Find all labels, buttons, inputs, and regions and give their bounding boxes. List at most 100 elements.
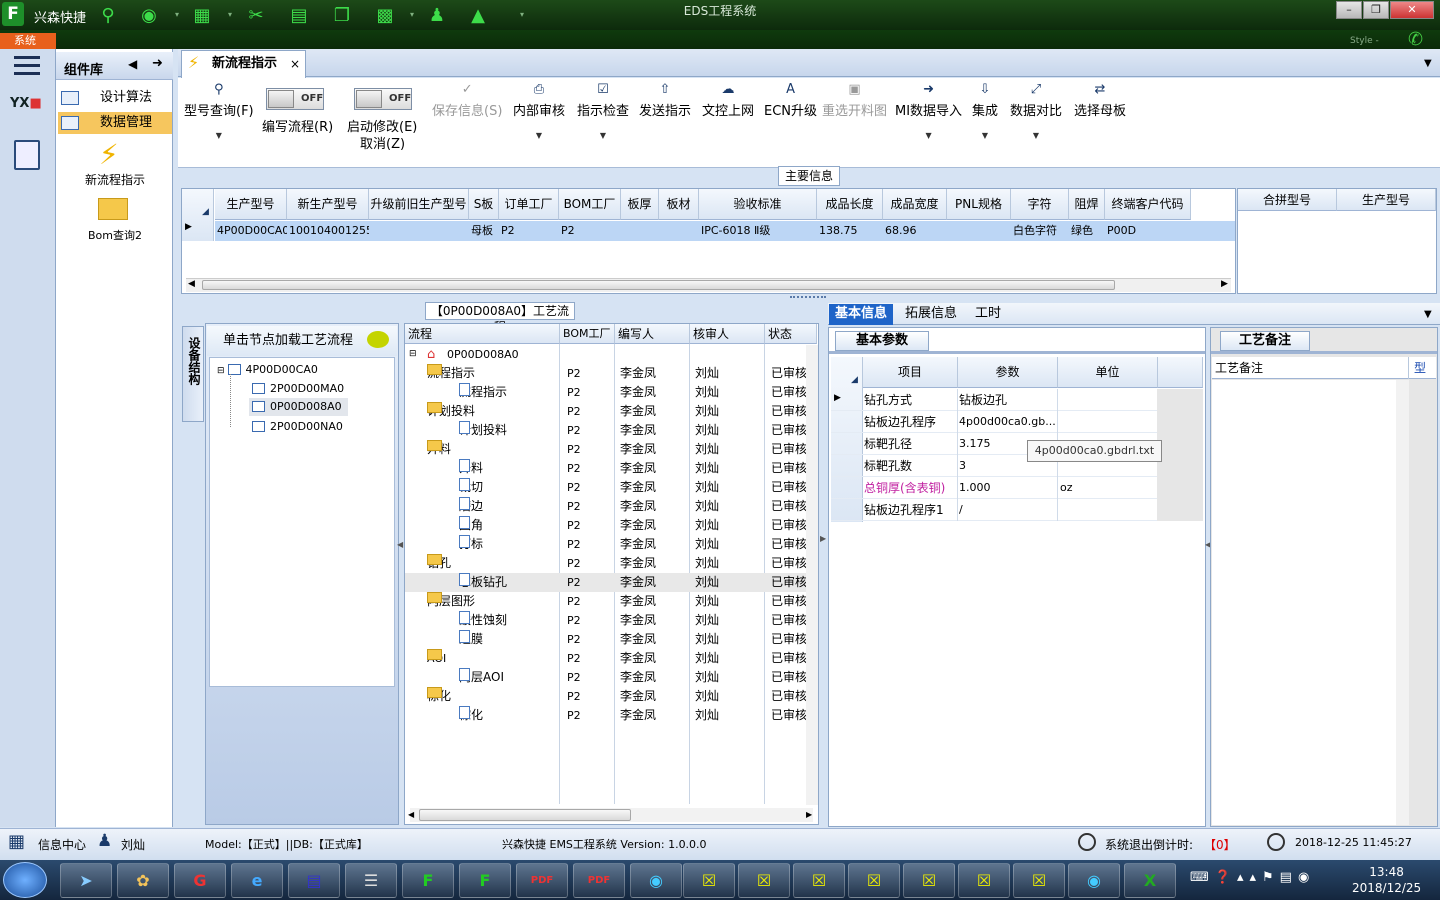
excel-window-icon[interactable]: ☒ xyxy=(793,863,845,898)
windows-grid-icon[interactable]: ▦ xyxy=(8,832,30,852)
excel-window-icon[interactable]: ☒ xyxy=(683,863,735,898)
col-header[interactable]: 参数 xyxy=(958,357,1058,388)
col-header[interactable]: 板材 xyxy=(659,189,699,220)
col-header[interactable]: 新生产型号 xyxy=(287,189,369,220)
col-header[interactable]: BOM工厂 xyxy=(560,324,615,344)
param-row[interactable]: 钻板边孔程序 4p00d00ca0.gb... xyxy=(831,411,1203,433)
taskbar-app-icon[interactable]: ☰ xyxy=(345,863,397,898)
param-row[interactable]: 总铜厚(含表铜) 1.000 oz xyxy=(831,477,1203,499)
grid-cell[interactable]: 母板 xyxy=(469,221,499,241)
pdf-icon[interactable]: PDF xyxy=(573,863,625,898)
process-row[interactable]: ⊟AOI P2 李金凤 刘灿 已审核 xyxy=(405,649,818,668)
collapse-icon[interactable]: ◀ xyxy=(128,57,137,71)
process-row[interactable]: 开料 P2 李金凤 刘灿 已审核 xyxy=(405,459,818,478)
internal-review-button[interactable]: ⎙ 内部审核 ▼ xyxy=(513,82,565,140)
process-row[interactable]: ⊟流程指示 P2 李金凤 刘灿 已审核 xyxy=(405,364,818,383)
grid-cell[interactable]: 10010400125529 xyxy=(287,221,369,241)
tab-process-notes[interactable]: 工艺备注 xyxy=(1220,331,1310,351)
tab-basic-info[interactable]: 基本信息 xyxy=(829,304,894,325)
send-instruction-button[interactable]: ⇧ 发送指示 xyxy=(639,82,691,119)
tree-node[interactable]: 2P00D00MA0 xyxy=(252,380,344,398)
col-header[interactable]: 终端客户代码 xyxy=(1105,189,1191,220)
splitter-icon[interactable]: ▶ xyxy=(820,534,826,543)
lib-item-data-management[interactable]: 数据管理 xyxy=(58,112,172,134)
chevron-down-icon[interactable]: ▼ xyxy=(1424,58,1432,69)
grid-cell[interactable]: P00D xyxy=(1105,221,1191,241)
grid-cell[interactable]: P2 xyxy=(499,221,559,241)
close-button[interactable]: ✕ xyxy=(1390,1,1434,19)
notes-vscroll[interactable] xyxy=(1396,380,1409,825)
mi-data-import-button[interactable]: ➜ MI数据导入 ▼ xyxy=(895,82,962,140)
process-row[interactable]: ⊟开料 P2 李金凤 刘灿 已审核 xyxy=(405,440,818,459)
process-row[interactable]: 棕化 P2 李金凤 刘灿 已审核 xyxy=(405,706,818,725)
process-row[interactable]: 圆角 P2 李金凤 刘灿 已审核 xyxy=(405,516,818,535)
excel-window-icon[interactable]: ☒ xyxy=(903,863,955,898)
col-header[interactable]: 阻焊 xyxy=(1069,189,1105,220)
col-header[interactable]: 字符 xyxy=(1011,189,1069,220)
grid-cell[interactable]: IPC-6018 Ⅱ级 xyxy=(699,221,817,241)
col-header[interactable]: 板厚 xyxy=(621,189,659,220)
tree-node[interactable]: ⊟ 4P00D00CA0 xyxy=(217,361,318,379)
eds-app-icon[interactable]: F xyxy=(402,863,454,898)
integrate-button[interactable]: ⇩ 集成 ▼ xyxy=(972,82,998,140)
excel-window-icon[interactable]: ☒ xyxy=(958,863,1010,898)
tab-basic-params[interactable]: 基本参数 xyxy=(835,331,929,351)
col-header[interactable]: 项目 xyxy=(863,357,958,388)
pin-icon[interactable]: ➜ xyxy=(152,56,163,71)
col-header[interactable]: 生产型号 xyxy=(215,189,287,220)
process-row[interactable]: 流程指示 P2 李金凤 刘灿 已审核 xyxy=(405,383,818,402)
tray-icons[interactable]: ⌨❓▴▴⚑▤◉ xyxy=(1190,870,1315,885)
excel-icon[interactable]: X xyxy=(1124,863,1176,898)
excel-window-icon[interactable]: ☒ xyxy=(738,863,790,898)
scroll-thumb[interactable] xyxy=(202,280,1115,290)
system-tab[interactable]: 系统 xyxy=(0,33,56,49)
process-root-row[interactable]: ⊟ ⌂ 0P00D008A0 xyxy=(405,345,818,364)
col-header[interactable]: 成品宽度 xyxy=(883,189,947,220)
taskbar-app-icon[interactable]: ✿ xyxy=(117,863,169,898)
style-selector[interactable]: Style - xyxy=(1350,36,1379,46)
splitter-grip[interactable] xyxy=(790,296,826,299)
restore-button[interactable]: ❐ xyxy=(1363,1,1389,19)
col-header[interactable]: 流程 xyxy=(405,324,560,344)
start-modify-toggle[interactable]: OFF xyxy=(354,88,412,110)
device-structure-tab[interactable]: 设备结构 xyxy=(182,326,204,422)
process-row[interactable]: 打标 P2 李金凤 刘灿 已审核 xyxy=(405,535,818,554)
pdf-icon[interactable]: PDF xyxy=(516,863,568,898)
grid-cell[interactable] xyxy=(621,221,659,241)
process-row[interactable]: ⊟计划投料 P2 李金凤 刘灿 已审核 xyxy=(405,402,818,421)
process-row[interactable]: 内层AOI P2 李金凤 刘灿 已审核 xyxy=(405,668,818,687)
scroll-right-icon[interactable]: ▶ xyxy=(1221,279,1228,289)
param-row[interactable]: 钻板边孔程序1 / xyxy=(831,499,1203,521)
save-icon[interactable]: ▤ xyxy=(288,863,340,898)
tree-node[interactable]: 2P00D00NA0 xyxy=(252,418,343,436)
eds-app-icon[interactable]: F xyxy=(459,863,511,898)
browser-icon[interactable]: e xyxy=(231,863,283,898)
grid-cell[interactable]: 白色字符 xyxy=(1011,221,1069,241)
col-header[interactable]: 成品长度 xyxy=(817,189,883,220)
notes-content[interactable] xyxy=(1212,380,1396,825)
taskbar-app-icon[interactable]: ◉ xyxy=(630,863,682,898)
data-compare-button[interactable]: ⤢ 数据对比 ▼ xyxy=(1010,82,1062,140)
doc-control-upload-button[interactable]: ☁ 文控上网 xyxy=(702,82,754,119)
process-row[interactable]: 芯板钻孔 P2 李金凤 刘灿 已审核 xyxy=(405,573,818,592)
calculator-icon[interactable] xyxy=(14,140,40,170)
save-info-button[interactable]: ✓ 保存信息(S) xyxy=(432,82,502,119)
taskbar-app-icon[interactable]: ◉ xyxy=(1068,863,1120,898)
col-header[interactable]: 生产型号 xyxy=(1337,189,1436,211)
cancel-label[interactable]: 取消(Z) xyxy=(360,133,405,152)
col-header[interactable]: 状态 xyxy=(765,324,817,344)
model-query-button[interactable]: ⚲ 型号查询(F) ▼ xyxy=(184,82,254,140)
excel-window-icon[interactable]: ☒ xyxy=(1013,863,1065,898)
col-header[interactable]: BOM工厂 xyxy=(559,189,621,220)
grid-cell[interactable]: P2 xyxy=(559,221,621,241)
phone-icon[interactable]: ✆ xyxy=(1408,29,1423,50)
lightning-icon[interactable]: ⚡ xyxy=(99,138,119,171)
grid-cell[interactable]: 138.75 xyxy=(817,221,883,241)
minimize-button[interactable]: – xyxy=(1336,1,1362,19)
folder-icon[interactable] xyxy=(98,198,128,220)
taskbar-app-icon[interactable]: G xyxy=(174,863,226,898)
col-header[interactable]: 验收标准 xyxy=(699,189,817,220)
grid-cell[interactable]: 68.96 xyxy=(883,221,947,241)
grid-cell[interactable] xyxy=(369,221,469,241)
col-header[interactable]: S板 xyxy=(469,189,499,220)
